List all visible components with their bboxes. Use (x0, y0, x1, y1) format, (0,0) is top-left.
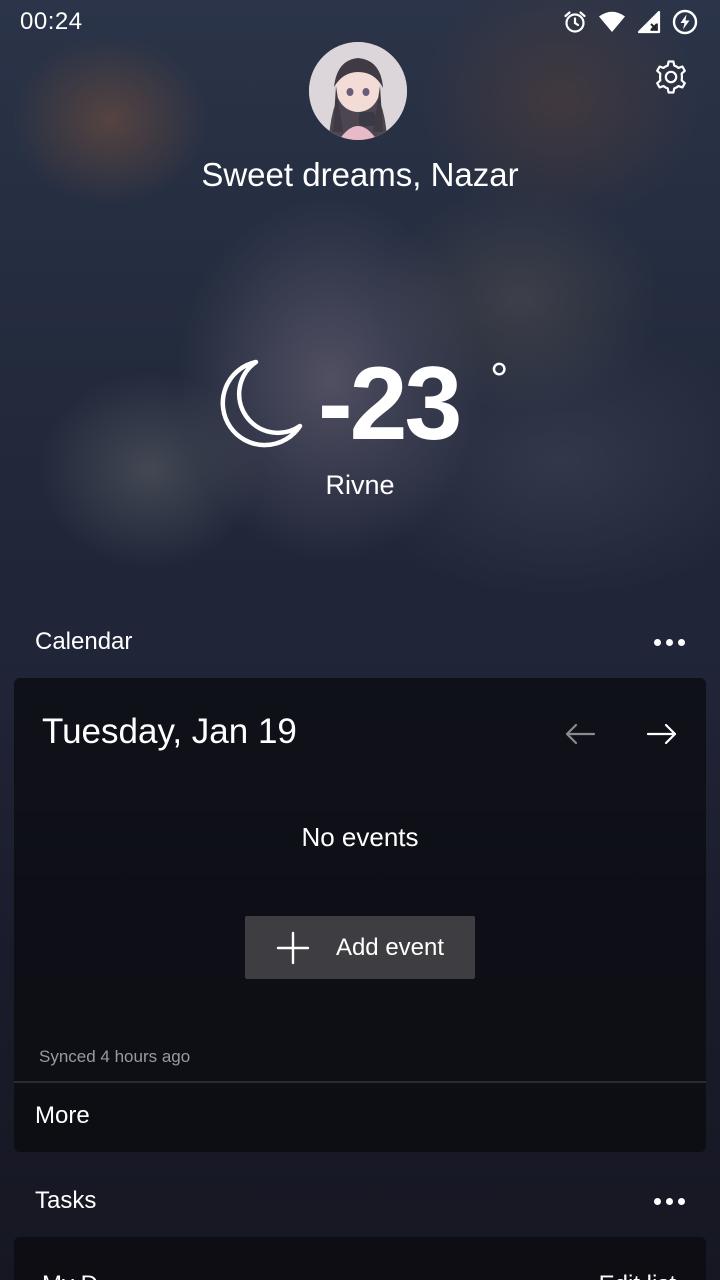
calendar-section-title: Calendar (35, 628, 133, 655)
next-day-button[interactable] (644, 716, 680, 752)
tasks-more-options-button[interactable] (646, 1190, 685, 1213)
card-divider (14, 1081, 706, 1083)
plus-icon (276, 931, 310, 964)
add-event-label: Add event (335, 933, 445, 961)
tasks-section-title: Tasks (35, 1187, 97, 1214)
temperature-value[interactable]: -23 (318, 344, 462, 464)
calendar-more-options-button[interactable] (646, 631, 685, 654)
arrow-left-icon (565, 723, 596, 745)
tasks-card: My D Edit list (14, 1237, 706, 1280)
battery-charging-icon (672, 9, 698, 35)
launcher-feed-screen: 00:24 Sweet dreams, Nazar -23 ° Rivne Ca… (0, 0, 720, 1280)
avatar[interactable] (309, 42, 407, 140)
wifi-icon (598, 10, 626, 34)
previous-day-button[interactable] (562, 716, 598, 752)
temperature-unit: ° (490, 353, 509, 405)
calendar-section-header: Calendar (35, 622, 685, 662)
arrow-right-icon (646, 723, 677, 745)
moon-icon (212, 356, 308, 452)
calendar-more-button[interactable]: More (35, 1102, 90, 1130)
cell-signal-icon (636, 9, 662, 35)
sync-status-text: Synced 4 hours ago (39, 1047, 191, 1066)
alarm-icon (562, 9, 588, 35)
status-icons (562, 8, 698, 36)
dot (654, 1197, 661, 1205)
greeting-text: Sweet dreams, Nazar (201, 156, 519, 193)
dot (666, 1197, 673, 1205)
status-bar: 00:24 (0, 0, 720, 44)
calendar-card: Tuesday, Jan 19 No events Add event Sync… (14, 678, 706, 1152)
add-event-button[interactable]: Add event (245, 916, 475, 979)
edit-list-button[interactable]: Edit list (599, 1271, 676, 1280)
dot (666, 638, 673, 646)
gear-icon (656, 60, 686, 94)
status-time: 00:24 (20, 8, 83, 35)
weather-location[interactable]: Rivne (0, 470, 720, 501)
dot (678, 638, 685, 646)
dot (654, 638, 661, 646)
settings-button[interactable] (652, 58, 690, 96)
tasks-list-title[interactable]: My D (42, 1271, 98, 1280)
no-events-text: No events (301, 822, 419, 852)
dot (678, 1197, 685, 1205)
tasks-section-header: Tasks (35, 1181, 685, 1221)
calendar-date: Tuesday, Jan 19 (42, 712, 297, 751)
